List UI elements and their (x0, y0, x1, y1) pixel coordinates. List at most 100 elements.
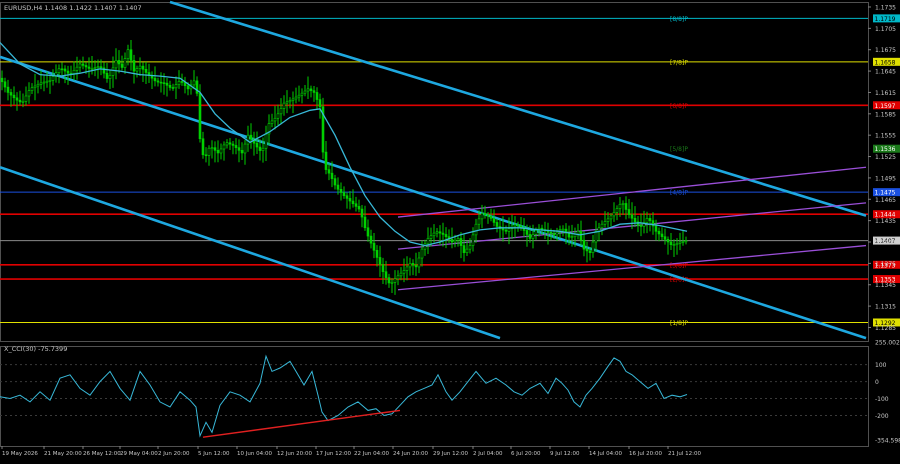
candle-body (12, 94, 16, 99)
candle-body (408, 263, 412, 268)
candle-body (618, 203, 622, 209)
price-tick-label: 1.1525 (875, 154, 896, 161)
candle-body (294, 96, 298, 100)
candle-body (243, 143, 247, 154)
murrey-level-label: [8/8]P (670, 16, 688, 23)
candle-body (507, 228, 511, 232)
candle-body (153, 77, 157, 82)
candle-body (312, 90, 316, 93)
candle-body (132, 60, 136, 72)
candle-body (162, 82, 166, 84)
candle-body (483, 213, 487, 216)
price-tick-label: 1.1435 (875, 218, 896, 225)
candle-body (576, 231, 580, 235)
candle-body (681, 241, 685, 243)
candle-body (474, 223, 478, 236)
candle-body (657, 231, 661, 235)
candle-body (441, 232, 445, 235)
candle-body (276, 113, 280, 119)
candle-body (222, 144, 226, 150)
candle-body (675, 243, 679, 245)
candle-body (291, 98, 295, 101)
candle-body (279, 108, 283, 115)
price-tick-label: 1.1405 (875, 240, 896, 247)
candle-body (3, 81, 7, 88)
candle-body (93, 67, 97, 69)
candle-body (105, 72, 109, 79)
candle-body (465, 248, 469, 253)
time-tick-label: 17 Jun 12:00 (316, 451, 351, 457)
candle-body (24, 95, 28, 102)
candle-body (318, 99, 322, 107)
candle-body (519, 225, 523, 228)
price-tick-label: 1.1585 (875, 111, 896, 118)
candle-body (306, 88, 310, 92)
candle-body (678, 241, 682, 244)
candle-body (621, 203, 625, 205)
candle-body (531, 234, 535, 239)
time-tick-label: 9 Jul 12:00 (550, 451, 580, 457)
time-tick-label: 12 Jun 20:00 (277, 451, 312, 457)
candle-body (99, 66, 103, 69)
candle-body (339, 189, 343, 193)
price-badge-text: 1.1719 (875, 16, 896, 23)
candle-body (138, 65, 142, 69)
candle-body (552, 233, 556, 236)
time-tick-label: 2 Jun 20:00 (158, 451, 190, 457)
candle-body (9, 92, 13, 96)
chart-canvas[interactable]: [8/8]P 1.1719 [7/8]P 1.1658 [6/8]P 1.1597 [5/8… (0, 0, 900, 460)
candle-body (525, 230, 529, 235)
candle-body (357, 206, 361, 210)
time-tick-label: 6 Jul 20:00 (511, 451, 541, 457)
time-tick-label: 26 May 12:00 (83, 451, 121, 457)
candle-body (501, 228, 505, 231)
candle-body (429, 235, 433, 239)
candle-body (450, 239, 454, 243)
candle-body (492, 218, 496, 223)
candle-body (144, 69, 148, 73)
candle-body (612, 212, 616, 217)
candle-body (456, 238, 460, 241)
candle-body (225, 142, 229, 146)
price-tick-label: 1.1705 (875, 26, 896, 33)
candle-body (303, 90, 307, 94)
candle-body (669, 241, 673, 245)
candle-body (42, 81, 46, 84)
candle-body (63, 68, 67, 72)
price-tick-label: 1.1345 (875, 282, 896, 289)
candle-body (81, 63, 85, 66)
candle-body (417, 257, 421, 268)
candle-body (333, 178, 337, 186)
candle-body (18, 99, 22, 103)
candle-body (204, 154, 208, 157)
candle-body (423, 243, 427, 250)
candle-body (591, 241, 595, 253)
candle-body (381, 264, 385, 272)
candle-body (600, 223, 604, 229)
candle-body (285, 101, 289, 104)
candle-body (459, 238, 463, 246)
candle-body (78, 63, 82, 68)
candle-body (561, 228, 565, 231)
candle-body (297, 94, 301, 98)
candle-body (264, 133, 268, 149)
murrey-level-label: [5/8]P (670, 146, 688, 153)
price-tick-label: 1.1555 (875, 133, 896, 140)
candle-body (603, 221, 607, 225)
candle-body (528, 234, 532, 239)
candle-body (384, 271, 388, 278)
candle-body (453, 239, 457, 243)
candle-body (51, 76, 55, 81)
candle-body (444, 234, 448, 237)
candle-body (432, 232, 436, 237)
candle-body (420, 248, 424, 259)
candle-body (534, 230, 538, 235)
time-tick-label: 29 May 04:00 (120, 451, 158, 457)
candle-body (45, 80, 49, 83)
candle-body (480, 213, 484, 220)
candle-body (84, 65, 88, 68)
candle-body (477, 218, 481, 225)
price-badge-text: 1.1475 (875, 190, 896, 197)
candle-body (345, 195, 349, 199)
candle-body (6, 86, 10, 93)
